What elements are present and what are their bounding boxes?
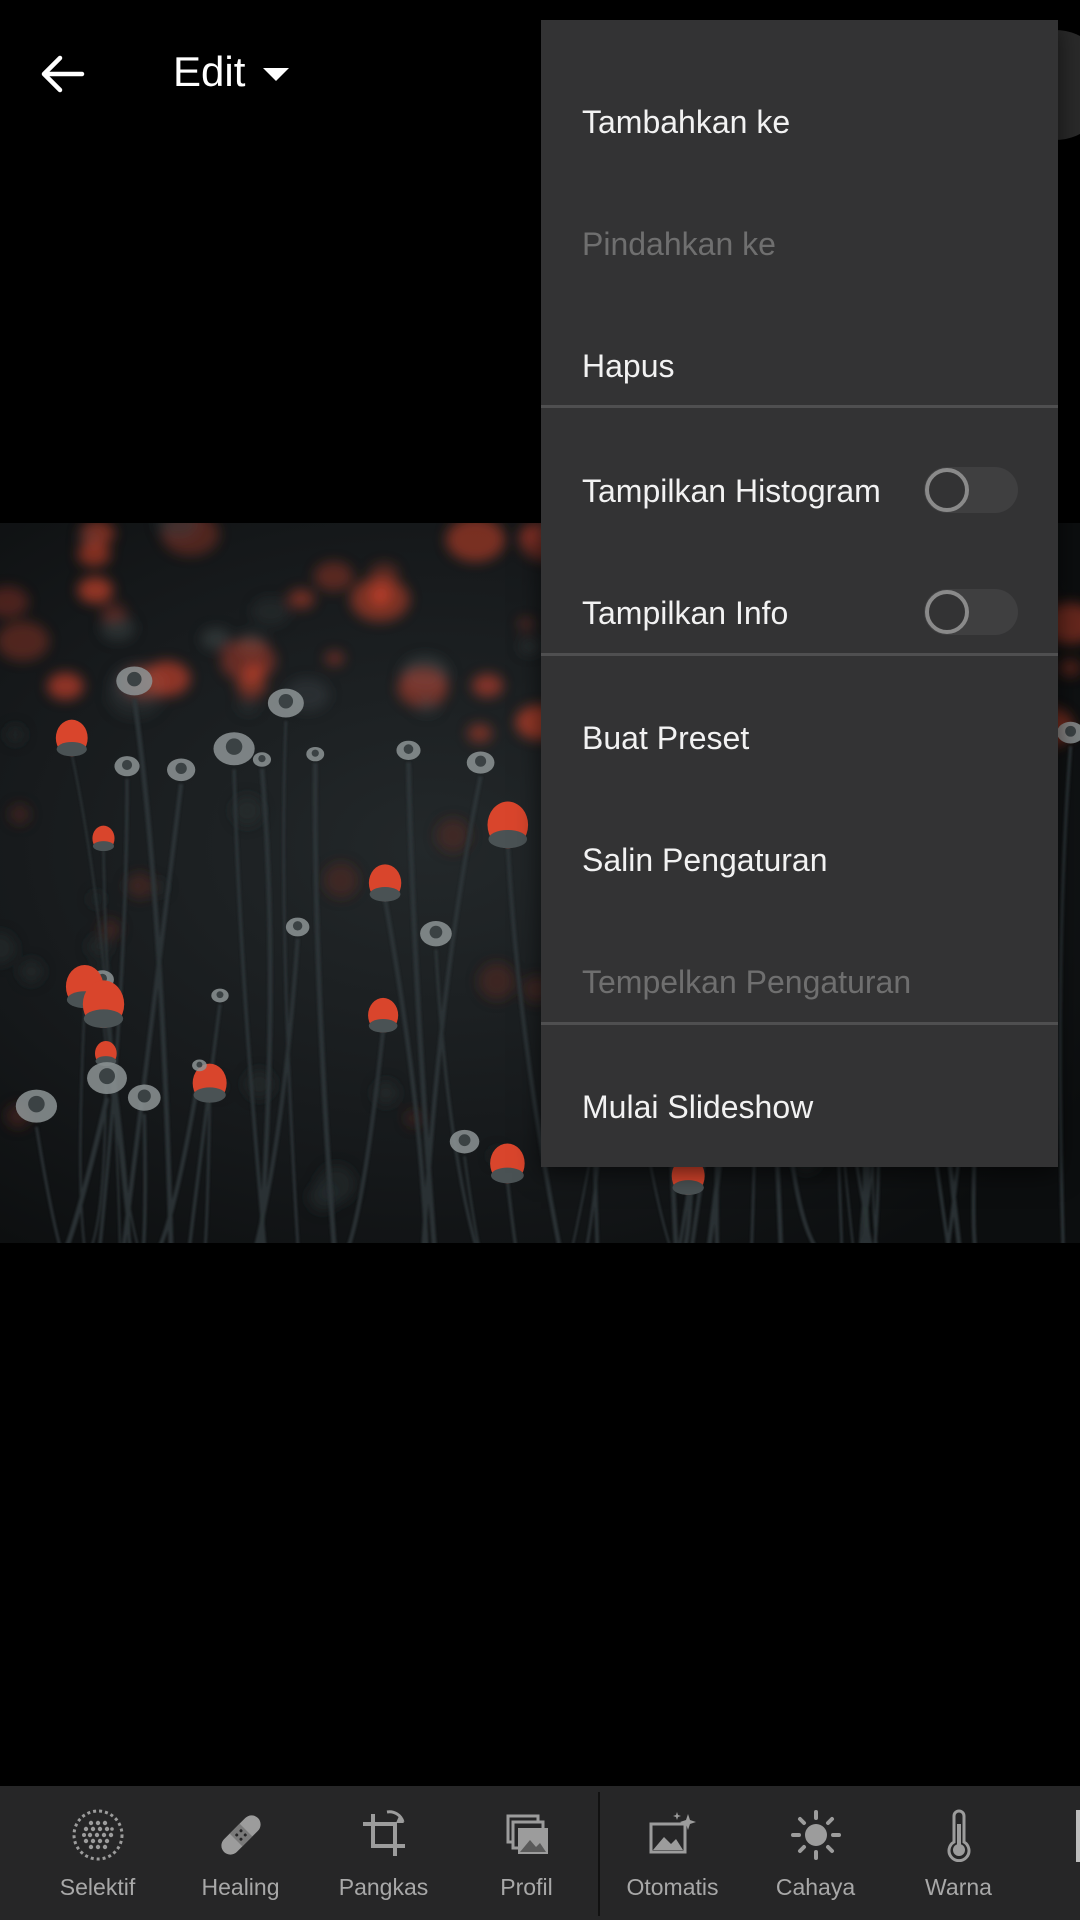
arrow-left-icon <box>41 55 85 93</box>
menu-item-start-slideshow[interactable]: Mulai Slideshow <box>541 1046 1058 1168</box>
menu-item-label: Pindahkan ke <box>582 225 776 262</box>
tool-label: Otomatis <box>626 1874 719 1900</box>
menu-item-label: Salin Pengaturan <box>582 841 828 878</box>
menu-item-label: Buat Preset <box>582 719 750 756</box>
tool-color[interactable]: Warna <box>887 1786 1030 1920</box>
menu-item-label: Mulai Slideshow <box>582 1088 814 1125</box>
menu-divider <box>541 405 1058 408</box>
toggle-knob <box>925 468 969 512</box>
tool-label: Cahaya <box>775 1874 856 1900</box>
back-button[interactable] <box>30 42 94 106</box>
tool-selective[interactable]: Selektif <box>26 1786 169 1920</box>
menu-item-create-preset[interactable]: Buat Preset <box>541 677 1058 799</box>
tool-auto[interactable]: Otomatis <box>601 1786 744 1920</box>
info-toggle[interactable] <box>924 589 1018 635</box>
edit-mode-label: Edit <box>173 48 246 95</box>
menu-item-label: Tambahkan ke <box>582 103 791 140</box>
crop-rotate-icon <box>362 1810 405 1856</box>
menu-item-add-to[interactable]: Tambahkan ke <box>541 61 1058 183</box>
overflow-menu: Tambahkan ke Pindahkan ke Hapus Tampilka… <box>541 20 1058 1167</box>
tool-light[interactable]: Cahaya <box>744 1786 887 1920</box>
edit-mode-dropdown[interactable]: Edit <box>173 40 290 104</box>
menu-divider <box>541 653 1058 656</box>
toolbar-separator <box>598 1792 600 1916</box>
auto-image-sparkle-icon <box>649 1812 696 1854</box>
menu-item-copy-settings[interactable]: Salin Pengaturan <box>541 799 1058 921</box>
menu-item-label: Tempelkan Pengaturan <box>582 963 912 1000</box>
toggle-knob <box>925 590 969 634</box>
menu-item-label: Tampilkan Histogram <box>582 472 881 509</box>
menu-item-label: Hapus <box>582 347 675 384</box>
menu-item-label: Tampilkan Info <box>582 594 789 631</box>
menu-item-delete[interactable]: Hapus <box>541 305 1058 427</box>
thermometer-icon <box>947 1809 970 1862</box>
tool-label: Profil <box>500 1874 553 1900</box>
tool-crop[interactable]: Pangkas <box>312 1786 455 1920</box>
tool-label: Pangkas <box>338 1874 429 1900</box>
caret-down-icon <box>263 67 290 81</box>
sun-icon <box>790 1810 841 1860</box>
menu-item-show-histogram[interactable]: Tampilkan Histogram <box>541 430 1058 552</box>
histogram-toggle[interactable] <box>924 467 1018 513</box>
menu-divider <box>541 1022 1058 1025</box>
tool-label: Warna <box>925 1874 992 1900</box>
menu-item-move-to: Pindahkan ke <box>541 183 1058 305</box>
scroll-edge-indicator <box>1076 1810 1080 1862</box>
edit-toolbar: Selektif Healing Pangkas Profil Otomatis… <box>0 1786 1080 1920</box>
profile-stack-icon <box>506 1814 548 1854</box>
tool-label: Selektif <box>59 1874 136 1900</box>
bandage-icon <box>220 1815 261 1855</box>
tool-healing[interactable]: Healing <box>169 1786 312 1920</box>
tool-label: Healing <box>201 1874 280 1900</box>
selective-dots-icon <box>72 1809 123 1861</box>
tool-profile[interactable]: Profil <box>455 1786 598 1920</box>
